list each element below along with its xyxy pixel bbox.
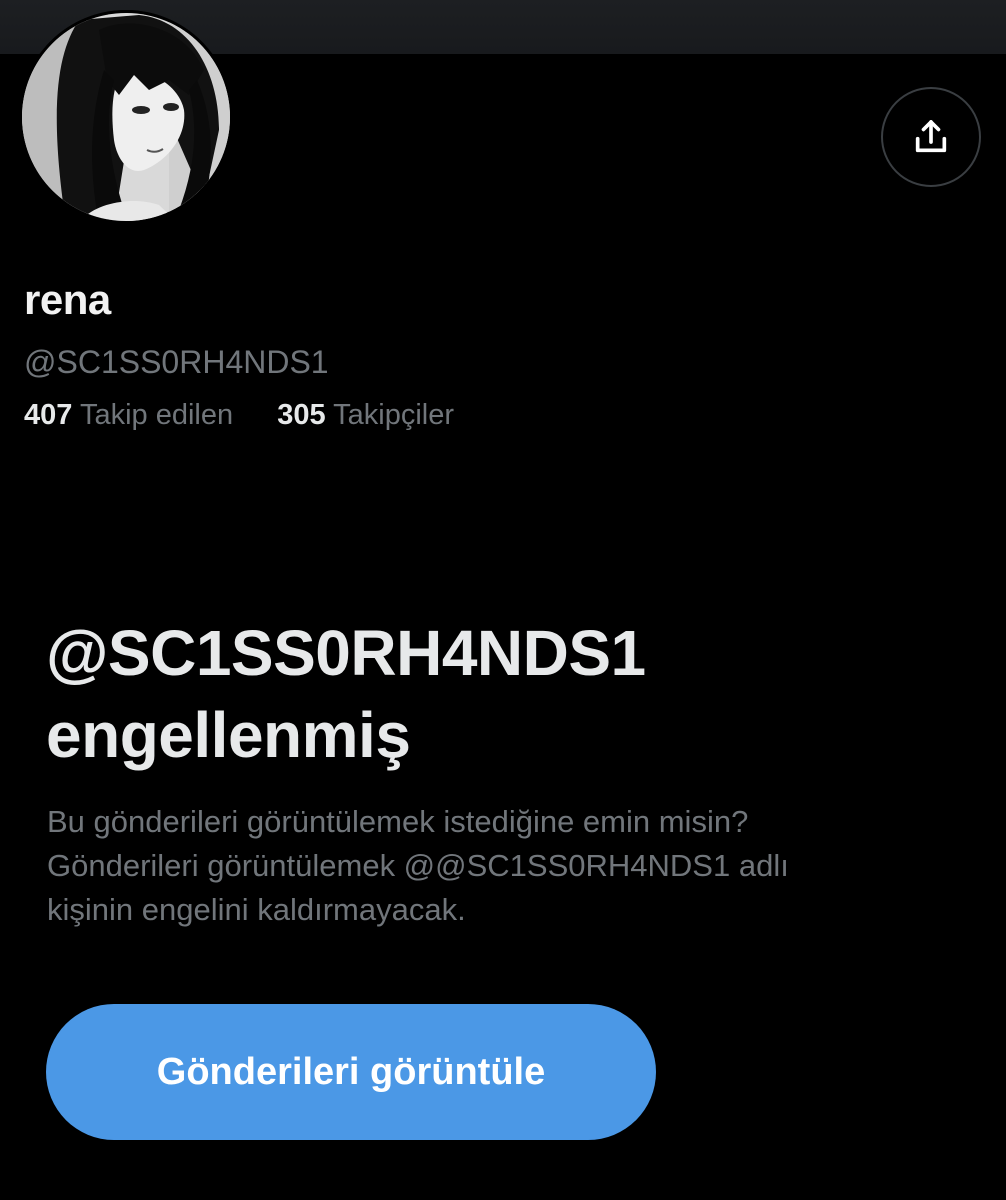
blocked-title: @SC1SS0RH4NDS1 engellenmiş: [46, 612, 946, 776]
blocked-title-handle: @SC1SS0RH4NDS1: [46, 617, 646, 689]
avatar-illustration-icon: [19, 10, 233, 224]
followers-link[interactable]: 305 Takipçiler: [269, 399, 454, 431]
blocked-title-status: engellenmiş: [46, 699, 411, 771]
blocked-description: Bu gönderileri görüntülemek istediğine e…: [47, 800, 967, 932]
following-link[interactable]: 407 Takip edilen: [24, 399, 241, 431]
blocked-description-line: Gönderileri görüntülemek @@SC1SS0RH4NDS1…: [47, 848, 789, 883]
share-button[interactable]: [881, 87, 981, 187]
profile-handle: @SC1SS0RH4NDS1: [24, 344, 329, 380]
following-count: 407: [24, 399, 73, 431]
blocked-description-line: kişinin engelini kaldırmayacak.: [47, 892, 466, 927]
followers-label: Takipçiler: [333, 399, 455, 431]
profile-avatar[interactable]: [19, 10, 233, 224]
share-icon: [915, 120, 947, 153]
followers-count: 305: [277, 399, 326, 431]
following-label: Takip edilen: [79, 399, 234, 431]
profile-display-name: rena: [24, 276, 111, 323]
profile-stats: 407 Takip edilen 305 Takipçiler: [24, 399, 454, 432]
blocked-description-line: Bu gönderileri görüntülemek istediğine e…: [47, 804, 749, 839]
view-posts-button[interactable]: Gönderileri görüntüle: [46, 1004, 656, 1140]
